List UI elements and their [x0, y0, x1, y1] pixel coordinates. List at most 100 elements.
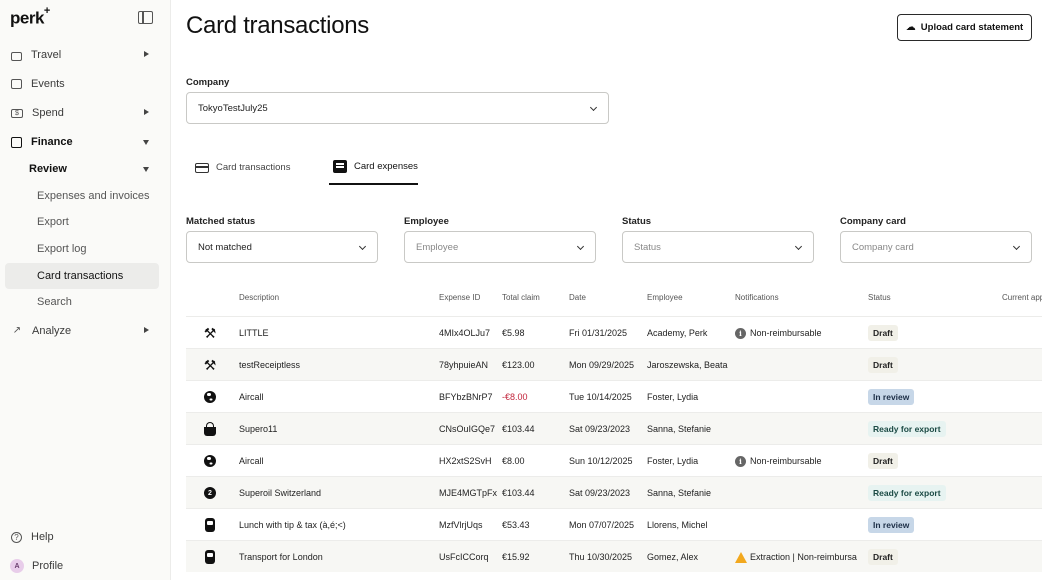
- cell-total-claim: -€8.00: [502, 392, 528, 402]
- tools-icon: ⚒: [203, 357, 217, 373]
- cell-date: Sat 09/23/2023: [569, 488, 631, 498]
- table-row[interactable]: ⚒ testReceiptless 78yhpuieAN €123.00 Mon 09/…: [186, 348, 1042, 380]
- sidebar-item-finance[interactable]: Finance: [5, 129, 159, 155]
- column-header-notifications[interactable]: Notifications: [735, 293, 779, 302]
- status-badge: Draft: [868, 357, 898, 373]
- logo-text: perk: [10, 8, 44, 28]
- chevron-down-icon: [1012, 242, 1021, 251]
- column-header-date[interactable]: Date: [569, 293, 586, 302]
- table-row[interactable]: Transport for London UsFcICCorq €15.92 Thu …: [186, 540, 1042, 572]
- cell-date: Fri 01/31/2025: [569, 328, 628, 338]
- cell-notifications: [735, 477, 863, 509]
- chevron-right-icon: [144, 51, 149, 57]
- employee-placeholder: Employee: [416, 241, 459, 253]
- company-select[interactable]: TokyoTestJuly25: [186, 92, 609, 124]
- sidebar-item-label: Export log: [37, 243, 87, 255]
- cell-description: Lunch with tip & tax (à,é;<): [239, 520, 346, 530]
- logo-plus: +: [43, 5, 50, 17]
- globe-icon: [202, 453, 218, 469]
- cell-expense-id: MzfVlrjUqs: [439, 520, 483, 530]
- calendar-icon: [11, 79, 22, 89]
- sidebar-item-help[interactable]: ? Help: [5, 524, 159, 550]
- sidebar-item-events[interactable]: Events: [5, 71, 159, 97]
- tools-icon: ⚒: [203, 325, 217, 341]
- upload-button-label: Upload card statement: [920, 22, 1024, 33]
- sidebar-item-expenses-and-invoices[interactable]: Expenses and invoices: [5, 183, 159, 209]
- matched-status-label: Matched status: [186, 216, 256, 227]
- notification-text: Extraction | Non-reimbursa: [750, 552, 857, 562]
- sidebar-item-label: Events: [31, 78, 65, 90]
- money-icon: $: [11, 108, 23, 118]
- sidebar-item-label: Spend: [32, 107, 64, 119]
- status-badge: Draft: [868, 549, 898, 565]
- sidebar-item-export[interactable]: Export: [5, 209, 159, 235]
- column-header-expense-id[interactable]: Expense ID: [439, 293, 480, 302]
- cell-expense-id: HX2xtS2SvH: [439, 456, 492, 466]
- sidebar-item-profile[interactable]: A Profile: [5, 553, 159, 579]
- chevron-right-icon: [144, 109, 149, 115]
- column-header-employee[interactable]: Employee: [647, 293, 683, 302]
- column-header-status[interactable]: Status: [868, 293, 891, 302]
- sidebar-item-search[interactable]: Search: [5, 289, 159, 315]
- cell-date: Sun 10/12/2025: [569, 456, 633, 466]
- chevron-down-icon: [576, 242, 585, 251]
- table-row[interactable]: Aircall BFYbzBNrP7 -€8.00 Tue 10/14/2025 Fos…: [186, 380, 1042, 412]
- status-badge: In review: [868, 517, 915, 533]
- warning-icon: [735, 551, 747, 563]
- company-card-select[interactable]: Company card: [840, 231, 1032, 263]
- cell-status: Draft: [868, 317, 988, 349]
- cell-description: Superoil Switzerland: [239, 488, 322, 498]
- status-badge: Ready for export: [868, 421, 946, 437]
- company-card-placeholder: Company card: [852, 241, 914, 253]
- number-icon: 2: [202, 485, 218, 501]
- table-row[interactable]: Aircall HX2xtS2SvH €8.00 Sun 10/12/2025 Fost…: [186, 444, 1042, 476]
- cell-notifications: i Non-reimbursable: [735, 445, 863, 477]
- sidebar-item-export-log[interactable]: Export log: [5, 236, 159, 262]
- sidebar-item-travel[interactable]: Travel: [5, 42, 159, 68]
- tab-card-transactions[interactable]: Card transactions: [195, 150, 290, 185]
- matched-status-select[interactable]: Not matched: [186, 231, 378, 263]
- sidebar-item-label: Search: [37, 296, 72, 308]
- sidebar-item-label: Expenses and invoices: [37, 190, 150, 202]
- cell-total-claim: €8.00: [502, 456, 525, 466]
- employee-select[interactable]: Employee: [404, 231, 596, 263]
- column-header-current-approver[interactable]: Current app: [1002, 293, 1042, 302]
- cell-notifications: i Non-reimbursable: [735, 317, 863, 349]
- column-header-total-claim[interactable]: Total claim: [502, 293, 540, 302]
- cell-status: Ready for export: [868, 413, 988, 445]
- chart-icon: ↗: [12, 325, 22, 336]
- chevron-down-icon: [794, 242, 803, 251]
- sidebar-toggle-icon[interactable]: [138, 11, 153, 24]
- upload-card-statement-button[interactable]: ☁ Upload card statement: [897, 14, 1032, 41]
- globe-icon: [202, 389, 218, 405]
- cell-total-claim: €103.44: [502, 488, 535, 498]
- tab-label: Card transactions: [216, 162, 291, 173]
- table-row[interactable]: Lunch with tip & tax (à,é;<) MzfVlrjUqs €5…: [186, 508, 1042, 540]
- perk-logo[interactable]: perk+: [10, 5, 50, 29]
- sidebar-item-spend[interactable]: $ Spend: [5, 100, 159, 126]
- cloud-upload-icon: ☁: [905, 22, 916, 33]
- status-select[interactable]: Status: [622, 231, 814, 263]
- sidebar-item-analyze[interactable]: ↗ Analyze: [5, 318, 159, 344]
- sidebar-item-review[interactable]: Review: [5, 156, 159, 182]
- cell-total-claim: €53.43: [502, 520, 530, 530]
- cell-employee: Gomez, Alex: [647, 552, 699, 562]
- tab-card-expenses[interactable]: Card expenses: [329, 150, 418, 185]
- basket-icon: [202, 421, 218, 437]
- sidebar-item-label: Card transactions: [37, 270, 124, 282]
- avatar: A: [10, 559, 24, 573]
- table-row[interactable]: ⚒ LITTLE 4MIx4OLJu7 €5.98 Fri 01/31/2025 Acad…: [186, 316, 1042, 348]
- company-select-value: TokyoTestJuly25: [198, 102, 268, 114]
- chevron-down-icon: [143, 140, 149, 145]
- cell-status: Draft: [868, 349, 988, 381]
- table-row[interactable]: Supero11 CNsOuIGQe7 €103.44 Sat 09/23/2023 S…: [186, 412, 1042, 444]
- sidebar-item-card-transactions[interactable]: Card transactions: [5, 263, 159, 289]
- status-badge: Draft: [868, 453, 898, 469]
- cell-notifications: Extraction | Non-reimbursa: [735, 541, 863, 573]
- table-row[interactable]: 2 Superoil Switzerland MJE4MGTpFx €103.44 Sa…: [186, 476, 1042, 508]
- cell-total-claim: €103.44: [502, 424, 535, 434]
- status-badge: In review: [868, 389, 915, 405]
- column-header-description[interactable]: Description: [239, 293, 279, 302]
- chevron-down-icon: [358, 242, 367, 251]
- sidebar-item-label: Help: [31, 531, 54, 543]
